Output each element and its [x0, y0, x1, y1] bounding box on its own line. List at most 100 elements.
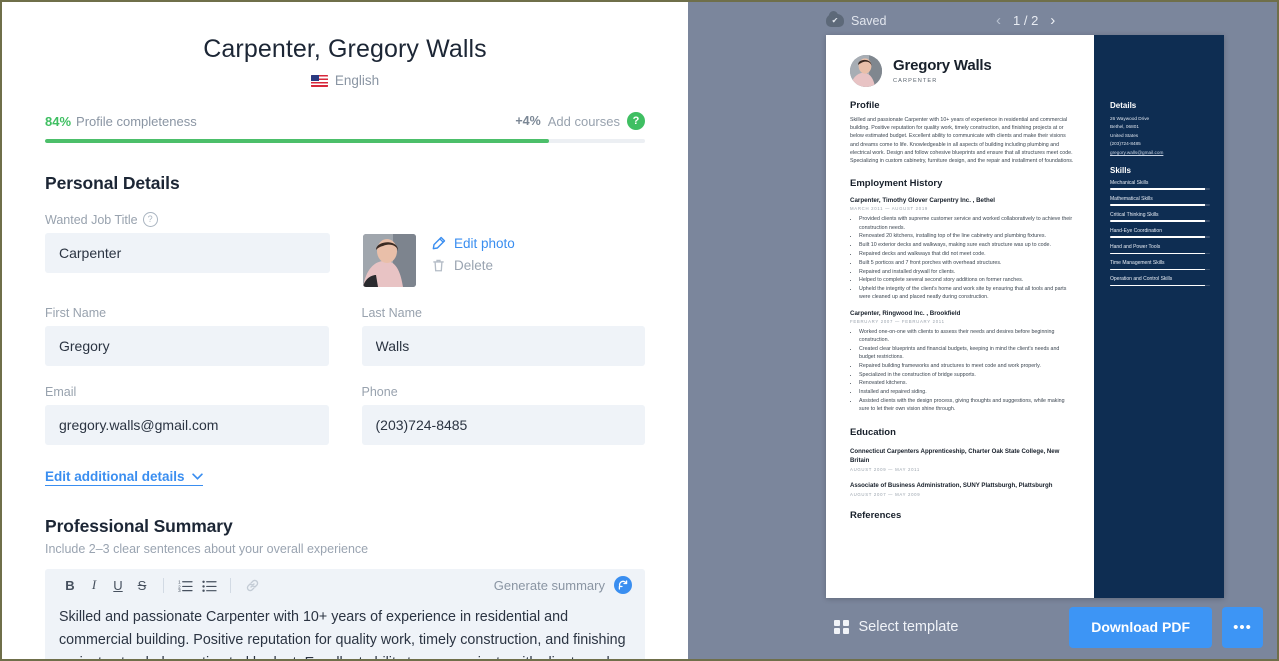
resume-skill-item: Hand and Power Tools [1110, 244, 1210, 255]
resume-job-bullet: Repaired decks and walkways that did not… [859, 250, 1076, 258]
phone-label: Phone [361, 385, 398, 399]
chevron-right-icon[interactable]: › [1050, 12, 1055, 29]
resume-references-heading: References [850, 509, 902, 521]
resume-skill-item: Critical Thinking Skills [1110, 212, 1210, 222]
resume-name: Gregory Walls [893, 57, 992, 75]
us-flag-icon [310, 74, 328, 87]
email-group: Email [45, 385, 329, 445]
language-label: English [334, 73, 380, 88]
resume-skill-name: Mechanical Skills [1110, 179, 1149, 186]
resume-job-bullet: Built 5 porticos and 7 front porches wit… [859, 259, 1076, 267]
wanted-job-title-label: Wanted Job Title ? [45, 212, 330, 227]
pencil-icon [432, 236, 446, 250]
resume-avatar [850, 55, 882, 87]
edit-photo-button[interactable]: Edit photo [431, 236, 515, 251]
delete-photo-button[interactable]: Delete [431, 258, 515, 273]
resume-education-dates: AUGUST 2009 — MAY 2011 [850, 466, 921, 472]
edit-additional-details-toggle[interactable]: Edit additional details [45, 469, 203, 486]
wanted-job-title-input[interactable] [45, 233, 330, 273]
italic-button[interactable]: I [82, 573, 106, 597]
more-options-button[interactable]: ••• [1222, 606, 1263, 648]
chevron-left-icon[interactable]: ‹ [996, 12, 1001, 29]
link-icon[interactable] [240, 573, 264, 597]
resume-skill-bar-fill [1110, 220, 1205, 222]
resume-skill-bar [1110, 220, 1210, 222]
profile-completeness-row: 84% Profile completeness +4% Add courses… [45, 112, 645, 130]
bulleted-list-icon[interactable] [197, 573, 221, 597]
trash-icon [433, 259, 444, 272]
resume-details-heading: Details [1110, 101, 1137, 110]
professional-summary-text[interactable]: Skilled and passionate Carpenter with 10… [45, 601, 645, 659]
ordered-list-icon[interactable]: 1 2 3 [173, 573, 197, 597]
resume-skill-bar-fill [1110, 188, 1205, 190]
resume-education-heading: Education [850, 426, 896, 438]
cloud-check-icon: ✔ [826, 11, 844, 27]
preview-bottom-bar: Select template Download PDF ••• [688, 595, 1277, 659]
edit-photo-label: Edit photo [454, 236, 515, 251]
resume-education-title: Associate of Business Administration, SU… [850, 481, 1053, 489]
generate-summary-label[interactable]: Generate summary [494, 578, 605, 593]
strikethrough-button[interactable]: S [130, 573, 154, 597]
resume-job-bullet: Upheld the integrity of the client's hom… [859, 285, 1076, 302]
svg-text:3: 3 [178, 588, 181, 592]
last-name-label: Last Name [361, 306, 422, 320]
resume-preview-document[interactable]: Gregory Walls CARPENTER Profile Skilled … [826, 35, 1224, 598]
last-name-group: Last Name [361, 306, 645, 366]
resume-skill-item: Operation and Control Skills [1110, 276, 1210, 287]
grid-icon [834, 619, 849, 635]
underline-button[interactable]: U [106, 573, 130, 597]
resume-skill-item: Mechanical Skills [1110, 180, 1210, 190]
phone-group: Phone [361, 385, 645, 445]
help-circle-icon[interactable]: ? [142, 212, 158, 227]
professional-summary-editor[interactable]: B I U S 1 2 3 Generate summary Skilled a… [45, 569, 645, 659]
refresh-icon[interactable] [614, 576, 632, 594]
resume-email-link[interactable]: gregory.walls@gmail.com [1110, 150, 1210, 155]
resume-skills-heading: Skills [1110, 165, 1131, 175]
profile-photo-thumbnail[interactable] [363, 234, 416, 287]
resume-skill-bar-fill [1110, 268, 1205, 271]
resume-job-bullet: Helped to complete several second story … [859, 276, 1076, 284]
resume-skill-name: Hand and Power Tools [1110, 244, 1161, 250]
first-name-input[interactable] [45, 326, 329, 366]
resume-job-bullets: Provided clients with supreme customer s… [850, 215, 1076, 301]
completeness-percent: 84% [45, 113, 72, 129]
resume-skills-list: Mechanical Skills Mathematical Skills Crit… [1110, 180, 1210, 287]
resume-skill-bar-fill [1110, 284, 1205, 287]
resume-skill-name: Time Management Skills [1110, 260, 1165, 267]
section-title-professional-summary: Professional Summary [45, 516, 233, 536]
resume-skill-name: Operation and Control Skills [1110, 276, 1173, 283]
bold-button[interactable]: B [58, 573, 82, 597]
saved-label: Saved [851, 13, 887, 28]
page-title: Carpenter, Gregory Walls [203, 35, 487, 63]
resume-skill-name: Critical Thinking Skills [1110, 211, 1159, 218]
email-input[interactable] [45, 405, 329, 445]
help-icon[interactable]: ? [627, 112, 645, 130]
resume-job-bullet: Created clear blueprints and financial b… [859, 345, 1076, 362]
delete-photo-label: Delete [454, 258, 494, 273]
resume-employment-heading: Employment History [850, 178, 943, 190]
resume-address-line2: Bethel, 06801 [1110, 124, 1139, 130]
select-template-label: Select template [858, 619, 959, 635]
preview-topbar: ✔ Saved ‹ 1 / 2 › [688, 2, 1277, 39]
resume-job-bullet: Assisted clients with the design process… [859, 397, 1076, 414]
resume-skill-bar [1110, 236, 1210, 238]
resume-education-dates: AUGUST 2007 — MAY 2009 [850, 491, 921, 497]
resume-education-title: Connecticut Carpenters Apprenticeship, C… [850, 447, 1060, 464]
last-name-input[interactable] [361, 326, 645, 366]
wanted-job-title-label-text: Wanted Job Title [45, 212, 138, 227]
photo-group: Edit photo Delete [363, 212, 515, 287]
add-courses-link[interactable]: Add courses [548, 114, 620, 129]
download-pdf-button[interactable]: Download PDF [1069, 606, 1212, 648]
page-indicator: 1 / 2 [1013, 13, 1039, 28]
resume-jobs-list: Carpenter, Timothy Glover Carpentry Inc.… [850, 197, 1076, 413]
resume-role: CARPENTER [893, 77, 938, 84]
completeness-label: Profile completeness [76, 113, 197, 129]
resume-skill-bar-fill [1110, 252, 1205, 255]
language-row[interactable]: English [45, 73, 645, 88]
phone-input[interactable] [361, 405, 645, 445]
resume-job-bullet: Repaired building frameworks and structu… [859, 362, 1076, 370]
select-template-button[interactable]: Select template [834, 619, 958, 635]
resume-sidebar: Details 26 Waywood Drive Bethel, 06801 U… [1094, 35, 1224, 598]
resume-skill-name: Mathematical Skills [1110, 195, 1153, 202]
progress-bar-fill [45, 139, 549, 143]
